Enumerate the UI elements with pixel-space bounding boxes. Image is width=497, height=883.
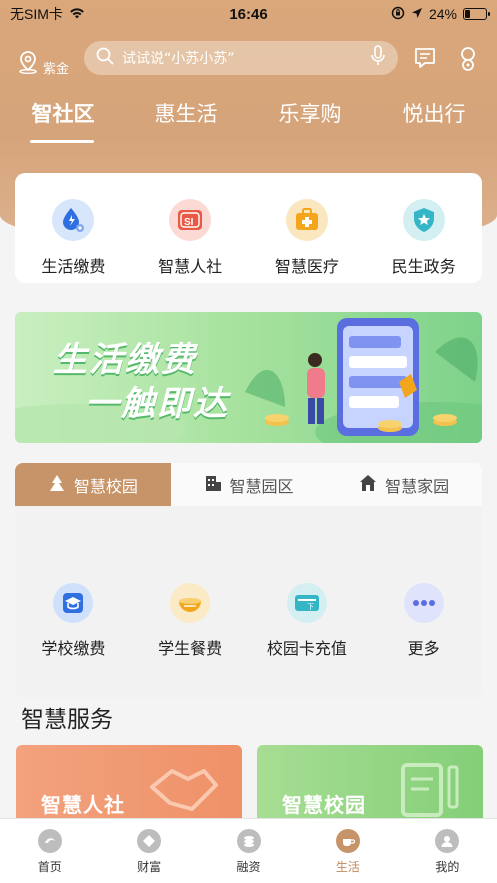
nav-life[interactable]: 生活 <box>298 819 397 883</box>
quick-item-label: 智慧人社 <box>158 257 223 276</box>
campus-tabs: 智慧校园 智慧园区 智慧家园 <box>15 463 482 506</box>
campus-card-icon: 下 <box>286 583 327 623</box>
battery-icon <box>463 8 490 20</box>
service-card-smart-campus[interactable]: 智慧校园 <box>257 745 483 820</box>
quick-item-label: 民生政务 <box>391 257 456 276</box>
message-icon[interactable] <box>413 46 437 74</box>
nav-mine[interactable]: 我的 <box>398 819 497 883</box>
quick-item-label: 智慧医疗 <box>274 257 339 276</box>
search-icon <box>96 47 114 69</box>
graduation-cap-icon <box>53 583 94 623</box>
tab-community[interactable]: 智社区 <box>28 98 98 128</box>
campus-item-label: 学校缴费 <box>41 639 106 658</box>
quick-item-label: 生活缴费 <box>41 257 106 276</box>
tab-shopping[interactable]: 乐享购 <box>274 98 346 128</box>
handshake-icon <box>150 769 218 811</box>
quick-services-card: 生活缴费 SI 智慧人社 智慧医疗 民生政务 <box>15 173 482 283</box>
meal-bowl-icon <box>170 583 211 623</box>
nav-home[interactable]: 首页 <box>0 819 99 883</box>
quick-item-bill-payment[interactable]: 生活缴费 <box>15 173 132 283</box>
banner-title-line1: 生活缴费 <box>53 340 197 380</box>
nav-label: 生活 <box>335 860 360 874</box>
quick-item-government[interactable]: 民生政务 <box>365 173 482 283</box>
customer-service-icon[interactable] <box>457 46 479 76</box>
home-logo-icon <box>37 829 62 853</box>
campus-item-card-recharge[interactable]: 下 校园卡充值 <box>249 583 366 659</box>
campus-item-meal-fees[interactable]: 学生餐费 <box>132 583 249 659</box>
clock: 16:46 <box>229 5 268 23</box>
campus-item-label: 校园卡充值 <box>266 639 347 658</box>
service-card-label: 智慧人社 <box>41 793 125 817</box>
battery-level <box>465 10 470 18</box>
coffee-cup-icon <box>335 829 360 853</box>
nav-label: 融资 <box>236 860 261 874</box>
promo-banner[interactable]: 生活缴费 一触即达 <box>15 312 482 443</box>
medical-kit-icon <box>285 199 328 241</box>
book-pencil-icon <box>401 763 459 817</box>
wifi-icon <box>69 6 85 22</box>
home-icon <box>359 474 377 496</box>
quick-item-medical[interactable]: 智慧医疗 <box>249 173 366 283</box>
diamond-icon <box>137 829 162 853</box>
bottom-navigation: 首页 财富 融资 生活 我的 <box>0 818 497 883</box>
service-card-label: 智慧校园 <box>282 793 366 817</box>
category-tabs: 智社区 惠生活 乐享购 悦出行 <box>0 98 497 138</box>
service-card-social-security[interactable]: 智慧人社 <box>16 745 242 820</box>
banner-title-line2: 一触即达 <box>85 384 229 424</box>
coin-stack-icon <box>236 829 261 853</box>
campus-item-label: 学生餐费 <box>158 639 223 658</box>
svg-text:SI: SI <box>184 217 194 228</box>
smart-campus-panel: 智慧校园 智慧园区 智慧家园 学校缴费 学生餐费 下 校园卡充值 更多 <box>15 463 482 698</box>
search-bar[interactable]: 试试说“小苏小苏” <box>84 41 398 75</box>
campus-tab-label: 智慧园区 <box>229 476 294 496</box>
campus-icon <box>48 474 66 496</box>
tab-smart-campus[interactable]: 智慧校园 <box>15 463 171 506</box>
star-shield-icon <box>402 199 445 241</box>
nav-financing[interactable]: 融资 <box>199 819 298 883</box>
quick-item-social-security[interactable]: SI 智慧人社 <box>132 173 249 283</box>
campus-item-school-fees[interactable]: 学校缴费 <box>15 583 132 659</box>
active-tab-indicator <box>30 140 94 143</box>
location-label: 紫金 <box>43 61 70 77</box>
user-icon <box>435 829 460 853</box>
tab-travel[interactable]: 悦出行 <box>398 98 470 128</box>
tab-life[interactable]: 惠生活 <box>150 98 222 128</box>
building-icon <box>204 474 222 496</box>
campus-tab-label: 智慧家园 <box>385 476 450 496</box>
status-bar: 无SIM卡 16:46 24% <box>0 0 497 28</box>
campus-services-grid: 学校缴费 学生餐费 下 校园卡充值 更多 <box>15 583 482 659</box>
nav-wealth[interactable]: 财富 <box>99 819 198 883</box>
location-selector[interactable]: 紫金 <box>17 50 69 78</box>
lock-rotation-icon <box>391 6 405 23</box>
nav-label: 我的 <box>435 860 460 874</box>
location-pin-icon <box>17 50 39 78</box>
campus-item-more[interactable]: 更多 <box>365 583 482 659</box>
microphone-icon[interactable] <box>370 45 386 71</box>
si-card-icon: SI <box>169 199 212 241</box>
campus-tab-label: 智慧校园 <box>73 476 138 496</box>
section-title: 智慧服务 <box>21 707 113 733</box>
campus-item-label: 更多 <box>407 639 440 658</box>
svg-text:下: 下 <box>307 603 314 611</box>
more-dots-icon <box>403 583 444 623</box>
nav-label: 首页 <box>37 860 62 874</box>
carrier-label: 无SIM卡 <box>10 6 63 22</box>
search-placeholder: 试试说“小苏小苏” <box>122 51 235 67</box>
tab-smart-home[interactable]: 智慧家园 <box>326 463 482 506</box>
nav-label: 财富 <box>137 860 162 874</box>
top-bar: 紫金 试试说“小苏小苏” <box>0 40 497 78</box>
tab-smart-park[interactable]: 智慧园区 <box>171 463 327 506</box>
battery-percent: 24% <box>428 6 457 22</box>
water-drop-gear-icon <box>52 199 95 241</box>
location-arrow-icon <box>411 6 423 22</box>
